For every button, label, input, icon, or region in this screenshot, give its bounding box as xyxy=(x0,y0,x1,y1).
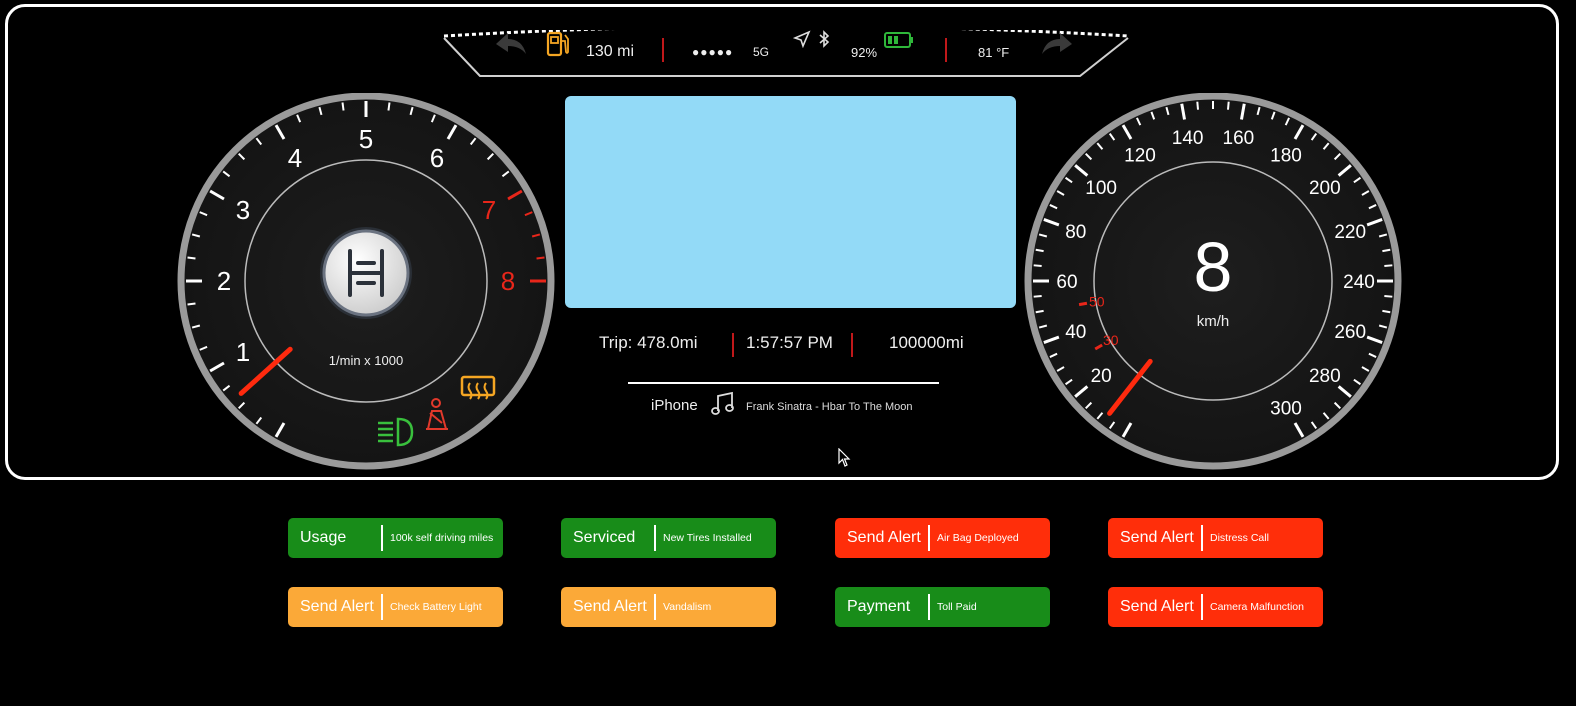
network-label: 5G xyxy=(753,45,770,59)
speedo-label: 260 xyxy=(1334,322,1366,343)
odometer-readout: 100000mi xyxy=(889,333,964,352)
stat-separator xyxy=(732,333,734,357)
trip-readout: Trip: 478.0mi xyxy=(599,333,698,352)
alert-button-5[interactable]: Send Alert Check Battery Light xyxy=(288,587,503,627)
button-main-label: Send Alert xyxy=(847,529,921,546)
temperature-readout: 81 °F xyxy=(978,44,1010,60)
stat-separator xyxy=(851,333,853,357)
button-sub-label: 100k self driving miles xyxy=(390,532,494,544)
battery-percent: 92% xyxy=(851,44,878,60)
button-sub-label: New Tires Installed xyxy=(663,532,752,544)
speedo-label: 80 xyxy=(1065,222,1086,243)
button-sub-label: Toll Paid xyxy=(937,601,977,613)
speedometer: 20 30 4050 60 80 100 120 140 160 180 200 220 240 260 2… xyxy=(1024,93,1402,470)
top-separator xyxy=(945,38,947,62)
button-main-label: Send Alert xyxy=(1120,598,1194,615)
button-main-label: Send Alert xyxy=(573,598,647,615)
media-source: iPhone xyxy=(651,397,698,414)
speedo-tick xyxy=(1382,248,1391,253)
top-separator xyxy=(662,38,664,62)
speedo-label: 60 xyxy=(1056,272,1077,293)
speedo-label: 160 xyxy=(1223,128,1255,149)
speedo-label: 300 xyxy=(1270,398,1302,419)
speedo-label: 220 xyxy=(1334,222,1366,243)
button-sub-label: Distress Call xyxy=(1210,532,1269,544)
media-track: Frank Sinatra - Hbar To The Moon xyxy=(746,401,913,413)
tach-label: 8 xyxy=(501,266,515,296)
mouse-cursor-icon xyxy=(838,447,852,473)
tachometer: 1 2 3 4 5 6 7 8 1/min x 1000 xyxy=(177,93,555,470)
speedo-label: 40 xyxy=(1065,322,1086,343)
speedo-tick xyxy=(1033,264,1042,268)
alert-button-1[interactable]: Usage 100k self driving miles xyxy=(288,518,503,558)
speedo-tick xyxy=(1035,309,1044,314)
alert-button-8[interactable]: Send Alert Camera Malfunction xyxy=(1108,587,1323,627)
top-bar-frame xyxy=(443,30,1129,77)
speed-unit: km/h xyxy=(1197,313,1230,330)
speedo-label: 240 xyxy=(1343,272,1375,293)
speedo-label: 120 xyxy=(1124,146,1156,167)
button-main-label: Usage xyxy=(300,529,347,546)
speedo-label: 280 xyxy=(1309,366,1341,387)
alert-button-7[interactable]: Payment Toll Paid xyxy=(835,587,1050,627)
range-readout: 130 mi xyxy=(586,43,635,60)
alert-button-6[interactable]: Send Alert Vandalism xyxy=(561,587,776,627)
speedo-tick xyxy=(1035,248,1044,253)
tach-label: 2 xyxy=(217,266,231,296)
top-status-bar: 130 mi ●●●●● 5G 92% 81 °F xyxy=(440,30,1132,82)
alert-button-3[interactable]: Send Alert Air Bag Deployed xyxy=(835,518,1050,558)
speedo-label: 100 xyxy=(1085,178,1117,199)
tach-label: 5 xyxy=(359,124,373,154)
clock-readout: 1:57:57 PM xyxy=(746,333,833,352)
tach-tick xyxy=(341,102,345,111)
button-sub-label: Air Bag Deployed xyxy=(937,532,1019,544)
speedo-tick xyxy=(1226,101,1230,110)
speedo-label: 30 xyxy=(1103,332,1119,348)
button-main-label: Payment xyxy=(847,598,911,615)
speedo-label: 200 xyxy=(1309,178,1341,199)
speedo-label: 140 xyxy=(1172,128,1204,149)
center-display xyxy=(565,96,1016,308)
tach-label: 6 xyxy=(430,143,444,173)
button-sub-label: Check Battery Light xyxy=(390,601,482,613)
speedo-tick xyxy=(1196,101,1200,110)
media-divider xyxy=(628,382,939,384)
button-sub-label: Camera Malfunction xyxy=(1210,601,1304,613)
button-main-label: Send Alert xyxy=(1120,529,1194,546)
speedo-mph-tick xyxy=(1078,301,1088,307)
speedo-label: 180 xyxy=(1270,146,1302,167)
speedo-tick xyxy=(1033,294,1042,298)
tach-label: 4 xyxy=(288,143,302,173)
tach-tick xyxy=(187,302,196,306)
button-main-label: Serviced xyxy=(573,529,636,546)
speedo-tick xyxy=(1384,264,1393,268)
tach-label: 1 xyxy=(236,337,250,367)
tach-tick xyxy=(536,256,545,260)
music-note-icon xyxy=(710,391,736,422)
speedo-label: 20 xyxy=(1091,366,1112,387)
signal-strength: ●●●●● xyxy=(692,45,734,59)
speedo-label: 50 xyxy=(1089,293,1105,309)
speedo-tick xyxy=(1382,309,1391,314)
alert-button-4[interactable]: Send Alert Distress Call xyxy=(1108,518,1323,558)
speed-value: 8 xyxy=(1194,228,1233,306)
button-sub-label: Vandalism xyxy=(663,601,712,613)
tach-tick xyxy=(187,256,196,260)
speedo-tick xyxy=(1384,294,1393,298)
button-main-label: Send Alert xyxy=(300,598,374,615)
tach-label: 7 xyxy=(482,195,496,225)
tach-unit: 1/min x 1000 xyxy=(329,353,403,368)
tach-label: 3 xyxy=(236,195,250,225)
alert-button-2[interactable]: Serviced New Tires Installed xyxy=(561,518,776,558)
tach-tick xyxy=(387,102,391,111)
gear-shift-icon xyxy=(320,227,412,319)
